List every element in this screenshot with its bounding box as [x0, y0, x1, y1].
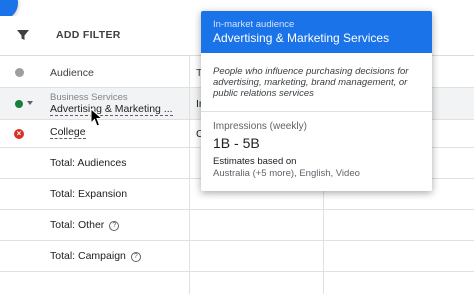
- column-divider: [323, 241, 324, 271]
- audience-name-link[interactable]: College: [50, 127, 86, 139]
- help-icon[interactable]: ?: [109, 221, 120, 231]
- divider: [201, 111, 432, 112]
- total-label: Total: Expansion: [50, 188, 128, 200]
- column-divider: [189, 88, 190, 119]
- excluded-status-icon[interactable]: ×: [14, 129, 24, 139]
- table-row-empty: [0, 272, 474, 294]
- impressions-label: Impressions (weekly): [213, 121, 307, 132]
- total-row-campaign: Total: Campaign?: [0, 241, 474, 272]
- hover-card-title: Advertising & Marketing Services: [213, 31, 390, 45]
- hover-card-header: In-market audience Advertising & Marketi…: [201, 11, 432, 53]
- enabled-status-icon[interactable]: [15, 100, 23, 108]
- column-divider: [189, 210, 190, 240]
- column-divider: [189, 120, 190, 147]
- column-divider: [323, 272, 324, 294]
- add-filter-button[interactable]: ADD FILTER: [56, 29, 121, 41]
- mouse-cursor-icon: [90, 108, 104, 127]
- total-label: Total: Campaign: [50, 250, 126, 262]
- column-header-audience[interactable]: Audience: [50, 67, 94, 79]
- hover-card-subtitle: In-market audience: [213, 19, 295, 30]
- help-icon[interactable]: ?: [130, 252, 141, 262]
- total-label-wrap: Total: Other?: [50, 219, 120, 231]
- chevron-down-icon[interactable]: [27, 101, 33, 105]
- column-divider: [189, 272, 190, 294]
- column-divider: [323, 210, 324, 240]
- impressions-value: 1B - 5B: [213, 135, 260, 151]
- audience-name-link[interactable]: Advertising & Marketing ...: [50, 104, 173, 116]
- total-label-wrap: Total: Campaign?: [50, 250, 141, 262]
- total-row-other: Total: Other?: [0, 210, 474, 241]
- status-column-header-icon: [15, 68, 24, 77]
- hover-card-description: People who influence purchasing decision…: [213, 66, 409, 99]
- audience-category: Business Services: [50, 92, 128, 103]
- column-divider: [189, 148, 190, 178]
- total-label: Total: Other: [50, 219, 105, 231]
- audience-hover-card: In-market audience Advertising & Marketi…: [201, 11, 432, 191]
- column-divider: [189, 56, 190, 87]
- total-label: Total: Audiences: [50, 157, 127, 169]
- estimates-label: Estimates based on: [213, 156, 297, 167]
- filter-icon[interactable]: [16, 28, 30, 42]
- column-divider: [189, 179, 190, 209]
- estimates-value: Australia (+5 more), English, Video: [213, 168, 360, 179]
- column-divider: [189, 241, 190, 271]
